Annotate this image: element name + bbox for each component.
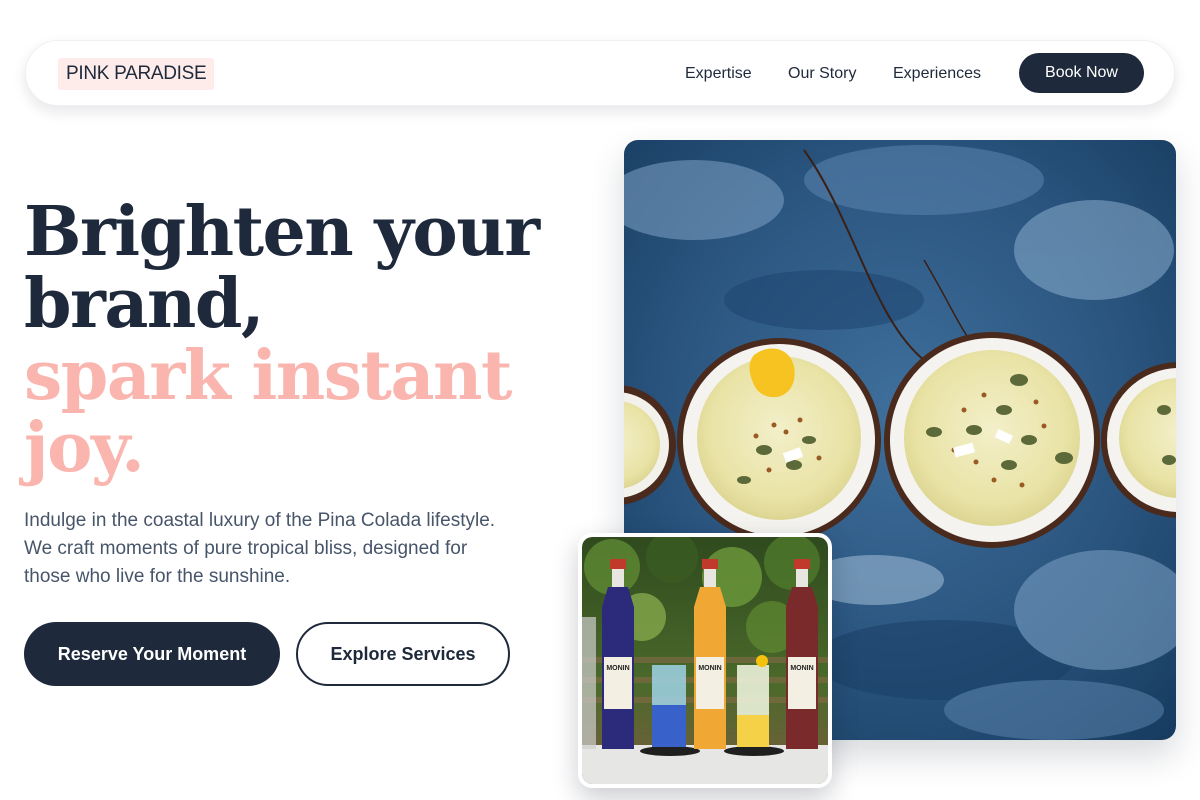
hero-description: Indulge in the coastal luxury of the Pin… — [24, 510, 496, 587]
hero-headline: Brighten your brand, spark instant joy. — [24, 196, 584, 484]
headline-accent-line-1: spark instant — [24, 336, 512, 416]
headline-accent-line-2: joy. — [24, 408, 145, 488]
headline-line-2: brand, — [24, 264, 265, 344]
top-nav: PINK PARADISE Expertise Our Story Experi… — [25, 40, 1175, 106]
nav-link-expertise[interactable]: Expertise — [685, 62, 752, 86]
brand-logo[interactable]: PINK PARADISE — [58, 58, 215, 90]
bottle-brand-label-1: MONIN — [606, 665, 629, 672]
headline-line-1: Brighten your — [24, 192, 540, 272]
explore-services-button[interactable]: Explore Services — [296, 622, 510, 686]
nav-link-our-story[interactable]: Our Story — [788, 62, 856, 86]
bottle-brand-label-3: MONIN — [790, 665, 813, 672]
monin-syrup-bottles-photo: MONIN MONIN MONIN — [578, 533, 832, 788]
nav-link-experiences[interactable]: Experiences — [893, 62, 981, 86]
book-now-button[interactable]: Book Now — [1019, 53, 1144, 93]
bottle-brand-label-2: MONIN — [698, 665, 721, 672]
reserve-moment-button[interactable]: Reserve Your Moment — [24, 622, 280, 686]
